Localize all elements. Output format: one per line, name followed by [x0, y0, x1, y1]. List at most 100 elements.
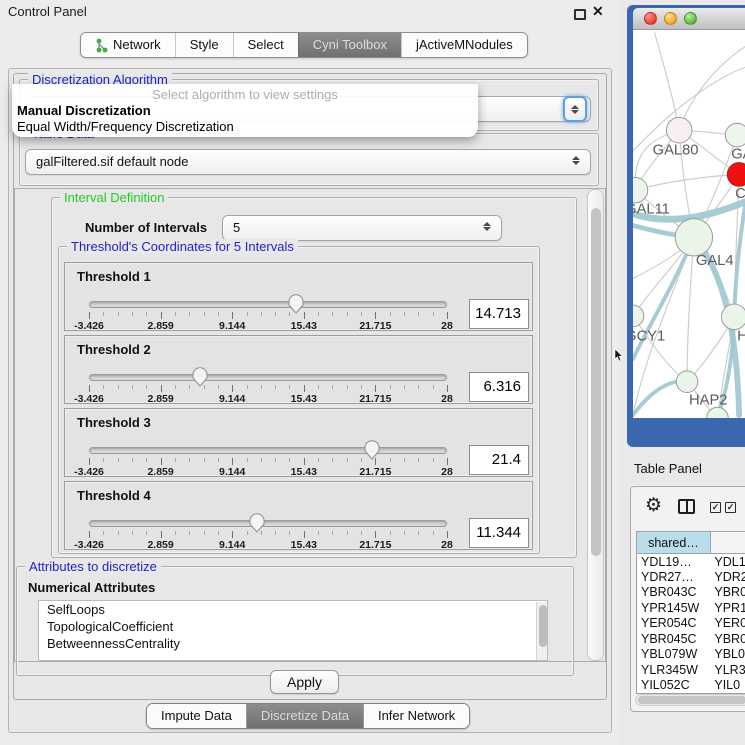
slider-thumb[interactable] [364, 440, 380, 460]
attribute-list-item[interactable]: TopologicalCoefficient [39, 618, 547, 635]
close-icon[interactable]: ✕ [592, 3, 604, 20]
slider-track[interactable] [89, 520, 447, 527]
tab-infer-network[interactable]: Infer Network [363, 704, 469, 728]
checkbox-icon[interactable]: ✓ [725, 502, 736, 513]
column-layout-icon[interactable] [678, 499, 695, 514]
network-canvas[interactable]: GAL80GACGAL11GAL4GCY1HHAP2 [633, 30, 745, 418]
checkbox-icon[interactable]: ✓ [710, 502, 721, 513]
network-node-C[interactable] [727, 163, 745, 187]
table-cell[interactable]: YBR0 [710, 585, 745, 601]
table-cell[interactable]: YPR1 [710, 600, 745, 616]
table-cell[interactable]: YBR043C [637, 585, 711, 601]
column-header[interactable]: shared… [637, 532, 711, 554]
horizontal-scrollbar[interactable] [635, 694, 745, 706]
dropdown-option-manual-discretization[interactable]: Manual Discretization [17, 103, 151, 118]
dropdown-option-equal-width-frequency[interactable]: Equal Width/Frequency Discretization [17, 119, 234, 134]
table-cell[interactable]: YPR145W [637, 600, 711, 616]
table-row[interactable]: YER054CYER0 [637, 616, 745, 632]
slider-tick [232, 312, 233, 319]
tab-discretize-data[interactable]: Discretize Data [246, 704, 363, 728]
slider-track[interactable] [89, 301, 447, 308]
tab-style[interactable]: Style [175, 33, 233, 57]
tab-jactivemnodules[interactable]: jActiveMNodules [401, 33, 527, 57]
close-traffic-light[interactable] [644, 12, 657, 25]
scrollbar-thumb[interactable] [638, 696, 745, 704]
table-cell[interactable]: YDR27… [637, 569, 711, 585]
table-cell[interactable]: YIL0 [710, 678, 745, 694]
scrollbar-thumb[interactable] [539, 605, 547, 647]
minimize-traffic-light[interactable] [664, 12, 677, 25]
table-row[interactable]: YLR345WYLR3 [637, 662, 745, 678]
table-row[interactable]: YBR045CYBR0 [637, 631, 745, 647]
float-window-icon[interactable] [574, 9, 586, 20]
slider-track[interactable] [89, 447, 447, 454]
table-cell[interactable]: YBL0 [710, 647, 745, 663]
table-cell[interactable]: YLR345W [637, 662, 711, 678]
table-row[interactable]: YBL079WYBL0 [637, 647, 745, 663]
threshold-value-field[interactable]: 11.344 [469, 518, 529, 548]
slider-track[interactable] [89, 374, 447, 381]
network-edge[interactable] [687, 237, 694, 381]
numerical-attributes-list[interactable]: SelfLoopsTopologicalCoefficientBetweenne… [38, 600, 548, 661]
table-row[interactable]: YPR145WYPR1 [637, 600, 745, 616]
threshold-slider[interactable]: -3.4262.8599.14415.4321.71528 [89, 439, 447, 477]
table-cell[interactable]: YIL052C [637, 678, 711, 694]
table-cell[interactable]: YBR0 [710, 631, 745, 647]
attribute-list-item[interactable]: BetweennessCentrality [39, 635, 547, 652]
slider-tick [89, 458, 90, 465]
threshold-slider[interactable]: -3.4262.8599.14415.4321.71528 [89, 366, 447, 404]
slider-thumb[interactable] [249, 513, 265, 533]
network-node-HAP2[interactable] [676, 371, 698, 393]
gear-icon[interactable]: ⚙ [645, 496, 662, 515]
table-cell[interactable]: YDL1 [710, 554, 745, 570]
vertical-scrollbar[interactable] [587, 189, 604, 661]
node-label: HAP2 [689, 392, 727, 408]
table-row[interactable]: YIL052CYIL0 [637, 678, 745, 694]
intervals-value: 5 [233, 220, 240, 235]
spinner-arrows-icon [571, 104, 580, 115]
threshold-slider[interactable]: -3.4262.8599.14415.4321.71528 [89, 512, 447, 550]
network-window-titlebar[interactable] [633, 8, 745, 30]
table-data-combobox[interactable]: galFiltered.sif default node [25, 149, 591, 175]
slider-thumb[interactable] [192, 367, 208, 387]
network-node-GAL80[interactable] [666, 117, 692, 143]
threshold-slider[interactable]: -3.4262.8599.14415.4321.71528 [89, 293, 447, 331]
zoom-traffic-light[interactable] [684, 12, 697, 25]
tab-impute-data[interactable]: Impute Data [147, 704, 246, 728]
threshold-value-field[interactable]: 6.316 [469, 372, 529, 402]
slider-tick [404, 531, 405, 535]
network-node-GA[interactable] [725, 123, 745, 147]
table-cell[interactable]: YLR3 [710, 662, 745, 678]
threshold-value-field[interactable]: 14.713 [469, 299, 529, 329]
combobox-arrow-button[interactable] [563, 96, 587, 122]
table-row[interactable]: YDL19…YDL1 [637, 554, 745, 570]
network-edge[interactable] [655, 33, 680, 130]
threshold-value-field[interactable]: 21.4 [469, 445, 529, 475]
scrollbar-thumb[interactable] [591, 208, 601, 556]
attribute-list-item[interactable]: SelfLoops [39, 601, 547, 618]
table-cell[interactable]: YER0 [710, 616, 745, 632]
network-edge[interactable] [679, 47, 745, 131]
table-cell[interactable]: YDL19… [637, 554, 711, 570]
table-cell[interactable]: YBL079W [637, 647, 711, 663]
network-node-GAL4[interactable] [675, 219, 712, 256]
table-row[interactable]: YBR043CYBR0 [637, 585, 745, 601]
slider-tick [318, 458, 319, 462]
list-scrollbar[interactable] [536, 602, 548, 661]
number-of-intervals-spinner[interactable]: 5 [222, 215, 502, 241]
network-edge[interactable] [635, 174, 739, 190]
column-header[interactable]: n [710, 532, 745, 554]
tab-cyni-toolbox[interactable]: Cyni Toolbox [298, 33, 401, 57]
network-node-H[interactable] [721, 304, 745, 330]
table-cell[interactable]: YBR045C [637, 631, 711, 647]
slider-tick [375, 385, 376, 392]
slider-thumb[interactable] [288, 294, 304, 314]
tab-network[interactable]: Network [81, 33, 175, 57]
table-cell[interactable]: YER054C [637, 616, 711, 632]
threshold-label: Threshold 4 [77, 488, 151, 503]
network-node-GCY1[interactable] [633, 305, 644, 327]
apply-button[interactable]: Apply [270, 670, 339, 694]
table-row[interactable]: YDR27…YDR2 [637, 569, 745, 585]
tab-select[interactable]: Select [233, 33, 298, 57]
table-cell[interactable]: YDR2 [710, 569, 745, 585]
